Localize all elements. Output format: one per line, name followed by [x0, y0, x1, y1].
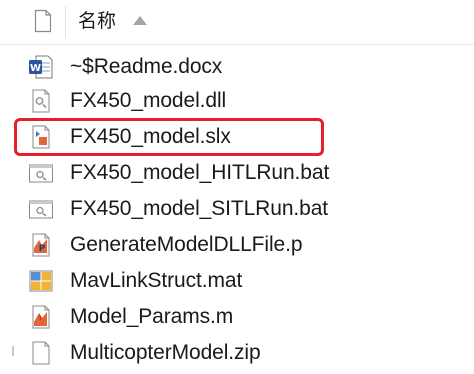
column-divider [65, 6, 66, 38]
file-name: FX450_model_HITLRun.bat [70, 161, 330, 184]
file-row[interactable]: FX450_model.dll [24, 86, 454, 116]
file-row[interactable]: FX450_model_SITLRun.bat [24, 194, 454, 224]
batch-file-icon [29, 200, 53, 219]
word-document-icon: W [29, 55, 53, 79]
batch-file-icon [29, 164, 53, 183]
file-explorer-view: 名称 W ~$Readme.docx FX450_model.dll FX450… [0, 0, 474, 374]
mat-file-icon [29, 270, 53, 292]
file-row[interactable]: MavLinkStruct.mat [24, 266, 454, 296]
file-name: GenerateModelDLLFile.p [70, 233, 303, 256]
dll-file-icon [32, 89, 50, 113]
file-row[interactable]: W ~$Readme.docx [24, 52, 454, 82]
file-name: FX450_model.dll [70, 89, 227, 112]
file-row[interactable]: MulticopterModel.zip [24, 338, 454, 368]
scroll-edge-mark [12, 346, 14, 356]
svg-text:P: P [39, 244, 46, 254]
name-column-header[interactable]: 名称 [78, 10, 116, 32]
select-all-checkbox-icon[interactable] [34, 9, 52, 33]
file-name: ~$Readme.docx [70, 55, 223, 78]
file-row[interactable]: P GenerateModelDLLFile.p [24, 230, 454, 260]
file-name: MavLinkStruct.mat [70, 269, 243, 292]
file-name: FX450_model_SITLRun.bat [70, 197, 329, 220]
file-name: Model_Params.m [70, 305, 234, 328]
matlab-p-file-icon: P [32, 233, 50, 257]
sort-ascending-icon[interactable] [133, 16, 147, 25]
red-highlight-annotation [14, 118, 324, 156]
file-name: MulticopterModel.zip [70, 341, 261, 364]
matlab-script-icon [32, 305, 50, 329]
svg-text:W: W [30, 63, 41, 74]
column-header-bar: 名称 [0, 0, 474, 45]
blank-file-icon [32, 341, 50, 365]
file-row[interactable]: FX450_model_HITLRun.bat [24, 158, 454, 188]
file-row[interactable]: Model_Params.m [24, 302, 454, 332]
